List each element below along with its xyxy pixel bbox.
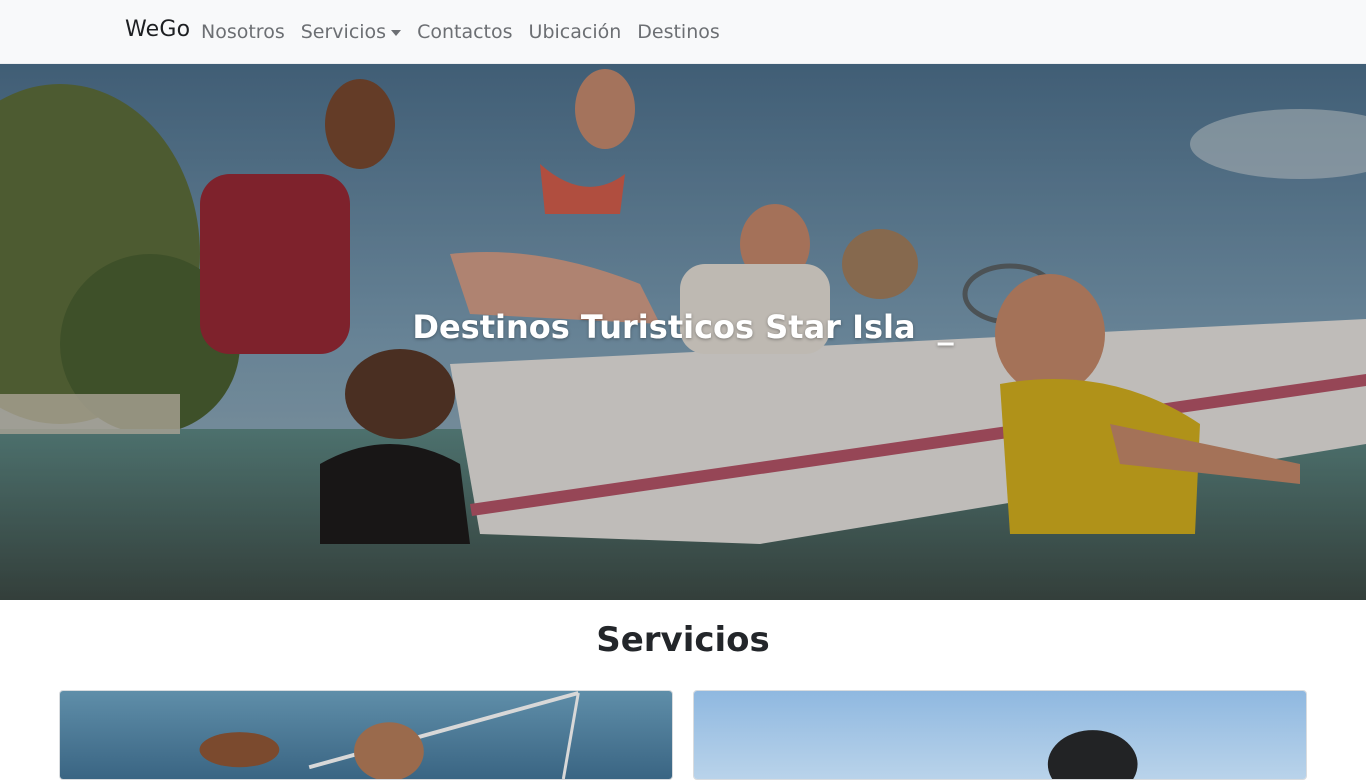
service-card-image <box>694 691 1306 779</box>
nav-item-servicios-dropdown[interactable]: Servicios <box>293 0 409 64</box>
typing-cursor: _ <box>937 308 954 346</box>
nav-item-ubicacion[interactable]: Ubicación <box>521 0 630 64</box>
nav-menu: Nosotros Servicios Contactos Ubicación D… <box>193 0 728 64</box>
services-section-title: Servicios <box>596 620 770 660</box>
brand-logo[interactable]: WeGo <box>125 17 190 42</box>
hero-title: Destinos Turisticos Star Isla _ <box>0 308 1366 346</box>
navbar: WeGo Nosotros Servicios Contactos Ubicac… <box>0 0 1366 64</box>
nav-item-contactos[interactable]: Contactos <box>409 0 520 64</box>
nav-item-nosotros[interactable]: Nosotros <box>193 0 293 64</box>
service-card[interactable] <box>693 690 1307 780</box>
service-card-image <box>60 691 672 779</box>
caret-down-icon <box>391 29 402 36</box>
hero-title-text: Destinos Turisticos Star Isla <box>412 308 916 346</box>
service-card[interactable] <box>59 690 673 780</box>
nav-item-servicios-label: Servicios <box>300 21 387 43</box>
hero-banner: Destinos Turisticos Star Isla _ <box>0 64 1366 600</box>
nav-item-destinos[interactable]: Destinos <box>629 0 728 64</box>
